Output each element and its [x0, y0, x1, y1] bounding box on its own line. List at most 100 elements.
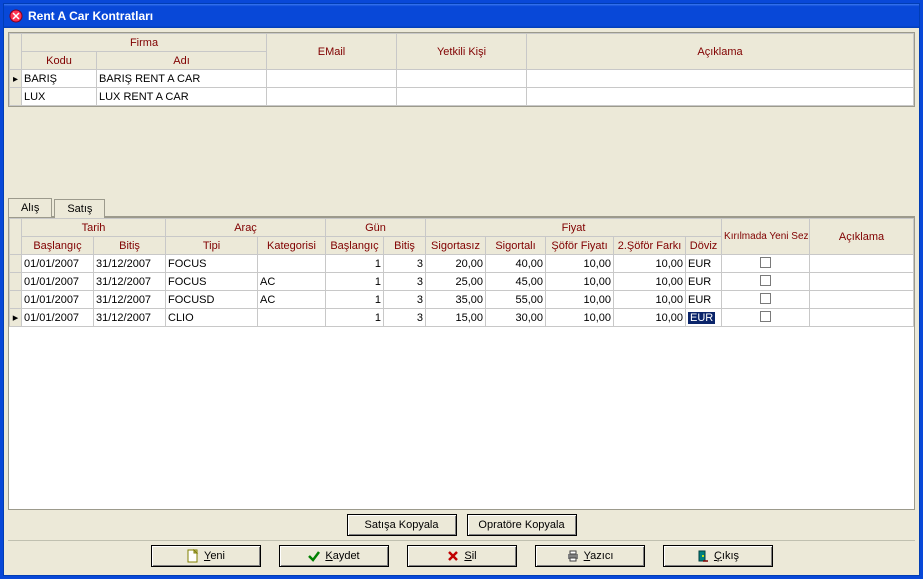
companies-grid[interactable]: Firma EMail Yetkili Kişi Açıklama Kodu A…: [8, 32, 915, 107]
checkbox-icon[interactable]: [760, 311, 771, 322]
cell-email[interactable]: [267, 70, 397, 88]
col-kategorisi[interactable]: Kategorisi: [258, 237, 326, 255]
col-yetkili[interactable]: Yetkili Kişi: [397, 34, 527, 70]
cell-bitis[interactable]: 31/12/2007: [94, 309, 166, 327]
cell-baslangic[interactable]: 01/01/2007: [22, 291, 94, 309]
cell-sigortali[interactable]: 40,00: [486, 255, 546, 273]
cell-yetkili[interactable]: [397, 88, 527, 106]
cell-aciklama2[interactable]: [810, 255, 914, 273]
cell-sigortasiz[interactable]: 20,00: [426, 255, 486, 273]
cell-kategorisi[interactable]: AC: [258, 291, 326, 309]
cell-gun-bitis[interactable]: 3: [384, 309, 426, 327]
cell-sofor2[interactable]: 10,00: [614, 291, 686, 309]
col-kirilma[interactable]: Kırılmada Yeni Sezon Fiyatı Geçerli Olsu…: [722, 219, 810, 255]
col-firma[interactable]: Firma: [22, 34, 267, 52]
cell-kodu[interactable]: LUX: [22, 88, 97, 106]
cell-gun-bitis[interactable]: 3: [384, 291, 426, 309]
col-doviz[interactable]: Döviz: [686, 237, 722, 255]
cell-tipi[interactable]: FOCUS: [166, 273, 258, 291]
yazici-button[interactable]: Yazıcı: [535, 545, 645, 567]
cell-sofor2[interactable]: 10,00: [614, 309, 686, 327]
cell-doviz[interactable]: EUR: [686, 291, 722, 309]
col-kodu[interactable]: Kodu: [22, 52, 97, 70]
kaydet-button[interactable]: Kaydet: [279, 545, 389, 567]
cell-kirilma[interactable]: [722, 255, 810, 273]
cell-aciklama[interactable]: [527, 70, 914, 88]
col-sofor[interactable]: Şöför Fiyatı: [546, 237, 614, 255]
contracts-grid[interactable]: Tarih Araç Gün Fiyat Kırılmada Yeni Sezo…: [8, 217, 915, 510]
cell-bitis[interactable]: 31/12/2007: [94, 255, 166, 273]
col-aciklama2[interactable]: Açıklama: [810, 219, 914, 255]
sil-button[interactable]: Sil: [407, 545, 517, 567]
col-gun[interactable]: Gün: [326, 219, 426, 237]
cell-aciklama2[interactable]: [810, 273, 914, 291]
col-gun-bitis[interactable]: Bitiş: [384, 237, 426, 255]
col-tarih[interactable]: Tarih: [22, 219, 166, 237]
satisa-kopyala-button[interactable]: Satışa Kopyala: [347, 514, 457, 536]
cell-sigortali[interactable]: 45,00: [486, 273, 546, 291]
cell-kirilma[interactable]: [722, 273, 810, 291]
cell-adi[interactable]: LUX RENT A CAR: [97, 88, 267, 106]
table-row[interactable]: ▸BARIŞBARIŞ RENT A CAR: [10, 70, 914, 88]
cell-sofor[interactable]: 10,00: [546, 309, 614, 327]
cell-bitis[interactable]: 31/12/2007: [94, 291, 166, 309]
opratore-kopyala-button[interactable]: Opratöre Kopyala: [467, 514, 577, 536]
col-tarih-baslangic[interactable]: Başlangıç: [22, 237, 94, 255]
cell-aciklama2[interactable]: [810, 291, 914, 309]
checkbox-icon[interactable]: [760, 275, 771, 286]
cell-gun-baslangic[interactable]: 1: [326, 255, 384, 273]
table-row[interactable]: ▸01/01/200731/12/2007CLIO1315,0030,0010,…: [10, 309, 914, 327]
tab-satis[interactable]: Satış: [54, 199, 105, 218]
cell-gun-baslangic[interactable]: 1: [326, 291, 384, 309]
cell-aciklama2[interactable]: [810, 309, 914, 327]
col-sofor2[interactable]: 2.Şöför Farkı: [614, 237, 686, 255]
cell-sofor2[interactable]: 10,00: [614, 255, 686, 273]
col-adi[interactable]: Adı: [97, 52, 267, 70]
cell-kirilma[interactable]: [722, 309, 810, 327]
cell-doviz[interactable]: EUR: [686, 255, 722, 273]
table-row[interactable]: 01/01/200731/12/2007FOCUSAC1325,0045,001…: [10, 273, 914, 291]
cell-sofor[interactable]: 10,00: [546, 273, 614, 291]
cell-gun-bitis[interactable]: 3: [384, 255, 426, 273]
col-email[interactable]: EMail: [267, 34, 397, 70]
cell-baslangic[interactable]: 01/01/2007: [22, 309, 94, 327]
cell-baslangic[interactable]: 01/01/2007: [22, 273, 94, 291]
cell-aciklama[interactable]: [527, 88, 914, 106]
checkbox-icon[interactable]: [760, 293, 771, 304]
cell-sofor[interactable]: 10,00: [546, 255, 614, 273]
cell-kirilma[interactable]: [722, 291, 810, 309]
tab-alis[interactable]: Alış: [8, 198, 52, 217]
col-gun-baslangic[interactable]: Başlangıç: [326, 237, 384, 255]
cell-sigortali[interactable]: 30,00: [486, 309, 546, 327]
cell-yetkili[interactable]: [397, 70, 527, 88]
cikis-button[interactable]: Çıkış: [663, 545, 773, 567]
cell-tipi[interactable]: FOCUS: [166, 255, 258, 273]
col-tarih-bitis[interactable]: Bitiş: [94, 237, 166, 255]
table-row[interactable]: LUXLUX RENT A CAR: [10, 88, 914, 106]
cell-kategorisi[interactable]: [258, 309, 326, 327]
col-sigortali[interactable]: Sigortalı: [486, 237, 546, 255]
col-aciklama[interactable]: Açıklama: [527, 34, 914, 70]
col-arac[interactable]: Araç: [166, 219, 326, 237]
cell-sigortasiz[interactable]: 15,00: [426, 309, 486, 327]
cell-sigortasiz[interactable]: 25,00: [426, 273, 486, 291]
titlebar[interactable]: Rent A Car Kontratları: [4, 4, 919, 28]
cell-gun-baslangic[interactable]: 1: [326, 273, 384, 291]
cell-kategorisi[interactable]: [258, 255, 326, 273]
cell-doviz[interactable]: EUR: [686, 309, 722, 327]
cell-sigortali[interactable]: 55,00: [486, 291, 546, 309]
cell-doviz[interactable]: EUR: [686, 273, 722, 291]
cell-sofor[interactable]: 10,00: [546, 291, 614, 309]
col-fiyat[interactable]: Fiyat: [426, 219, 722, 237]
col-tipi[interactable]: Tipi: [166, 237, 258, 255]
cell-sigortasiz[interactable]: 35,00: [426, 291, 486, 309]
cell-gun-baslangic[interactable]: 1: [326, 309, 384, 327]
checkbox-icon[interactable]: [760, 257, 771, 268]
cell-tipi[interactable]: CLIO: [166, 309, 258, 327]
cell-kodu[interactable]: BARIŞ: [22, 70, 97, 88]
table-row[interactable]: 01/01/200731/12/2007FOCUS1320,0040,0010,…: [10, 255, 914, 273]
cell-adi[interactable]: BARIŞ RENT A CAR: [97, 70, 267, 88]
cell-sofor2[interactable]: 10,00: [614, 273, 686, 291]
cell-email[interactable]: [267, 88, 397, 106]
cell-gun-bitis[interactable]: 3: [384, 273, 426, 291]
